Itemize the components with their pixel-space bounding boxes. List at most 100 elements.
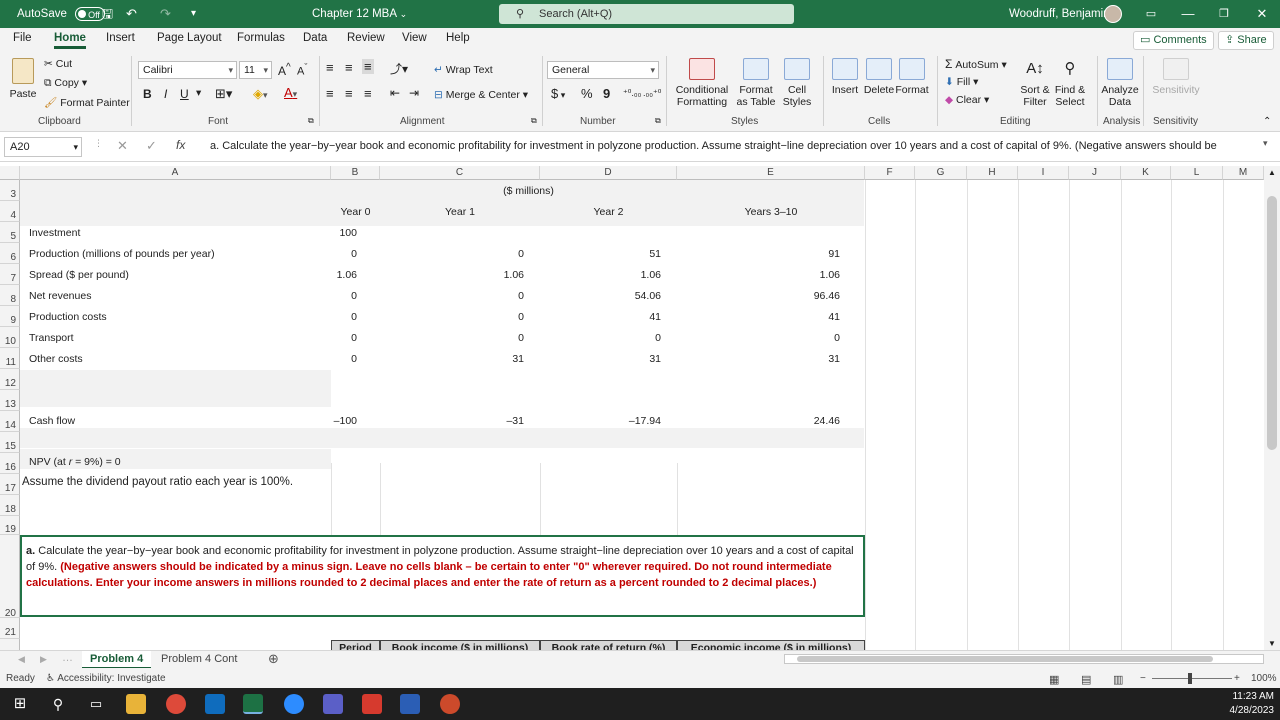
row-header[interactable]: 8 [0,285,20,306]
tab-scroll-right-icon[interactable]: ▶ [40,654,47,665]
column-header-h[interactable]: H [967,166,1018,180]
wrap-text-button[interactable]: ↵ Wrap Text [434,64,493,76]
windows-start-icon[interactable]: ⊞ [10,694,30,714]
name-box[interactable]: A20 ▾ [4,137,82,157]
format-as-table-button[interactable]: Format as Table [734,58,778,108]
sort-filter-button[interactable]: A↕ Sort & Filter [1016,58,1054,108]
cancel-entry-icon[interactable]: ✕ [117,138,128,154]
number-launcher-icon[interactable]: ⧉ [655,116,661,126]
row-header[interactable]: 10 [0,327,20,348]
align-right-icon[interactable]: ≡ [364,86,372,101]
align-top-icon[interactable]: ≡ [326,60,334,75]
sheet-tab-problem-4[interactable]: Problem 4 [82,651,152,669]
autosum-button[interactable]: Σ AutoSum ▾ [945,57,1007,71]
font-launcher-icon[interactable]: ⧉ [308,116,314,126]
align-left-icon[interactable]: ≡ [326,86,334,101]
add-sheet-icon[interactable]: ⊕ [268,651,279,667]
fill-button[interactable]: ⬇ Fill ▾ [945,76,978,88]
tab-scroll-left-icon[interactable]: ◀ [18,654,25,665]
insert-function-icon[interactable]: fx [176,138,185,152]
format-painter-button[interactable]: 🖌 Format Painter [44,96,130,109]
zoom-slider[interactable] [1152,678,1232,679]
column-header-d[interactable]: D [540,166,677,180]
task-view-icon[interactable]: ▭ [86,694,106,714]
vertical-scroll-thumb[interactable] [1267,196,1277,450]
cell-styles-button[interactable]: Cell Styles [778,58,816,108]
question-cell[interactable]: a. Calculate the year−by−year book and e… [20,535,865,617]
row-header[interactable]: 7 [0,264,20,285]
zoom-level[interactable]: 100% [1251,673,1277,684]
column-header-c[interactable]: C [380,166,540,180]
system-clock[interactable]: 11:23 AM 4/28/2023 [1230,690,1275,718]
row-header[interactable]: 18 [0,495,20,516]
decrease-font-icon[interactable]: Aˇ [297,62,307,78]
row-header[interactable] [0,639,20,650]
horizontal-scroll-thumb[interactable] [797,656,1213,662]
scroll-up-icon[interactable]: ▲ [1268,168,1276,177]
tab-formulas[interactable]: Formulas [237,32,285,44]
user-name[interactable]: Woodruff, Benjamin [1009,0,1110,28]
row-header[interactable]: 15 [0,432,20,453]
more-sheets-icon[interactable]: … [62,652,73,664]
autosave-toggle[interactable]: Off [75,6,106,21]
select-all-corner[interactable] [0,166,20,180]
borders-icon[interactable]: ⊞▾ [215,86,232,102]
align-bottom-icon[interactable]: ≡ [362,59,374,74]
excel-icon[interactable] [243,694,263,714]
decrease-decimal-icon[interactable]: .₀₀⁺⁰ [643,88,661,99]
find-select-button[interactable]: ⚲ Find & Select [1050,58,1090,108]
row-header[interactable]: 17 [0,474,20,495]
cut-button[interactable]: ✂ Cut [44,58,72,70]
fill-color-icon[interactable]: ◈▾ [253,86,268,102]
redo-icon[interactable]: ↷ [160,0,171,28]
tab-view[interactable]: View [402,32,427,44]
row-header[interactable]: 4 [0,201,20,222]
formula-input[interactable]: a. Calculate the year−by−year book and e… [210,140,1260,152]
paste-button[interactable]: Paste [6,58,40,100]
bold-button[interactable]: B [143,87,152,101]
chrome-icon[interactable] [166,694,186,714]
font-name-dropdown[interactable]: Calibri [138,61,237,79]
file-explorer-icon[interactable] [126,694,146,714]
close-icon[interactable]: ✕ [1244,0,1280,28]
copy-button[interactable]: ⧉ Copy ▾ [44,77,87,90]
acrobat-icon[interactable] [362,694,382,714]
align-middle-icon[interactable]: ≡ [345,60,353,75]
row-header[interactable]: 6 [0,243,20,264]
row-header[interactable]: 5 [0,222,20,243]
customize-toolbar-icon[interactable]: ▾ [191,0,196,28]
expand-formula-icon[interactable]: ▾ [1263,138,1268,149]
italic-button[interactable]: I [164,87,167,101]
decrease-indent-icon[interactable]: ⇤ [390,86,400,100]
tab-insert[interactable]: Insert [106,32,135,44]
row-header[interactable]: 19 [0,516,20,535]
confirm-entry-icon[interactable]: ✓ [146,138,157,154]
analyze-data-button[interactable]: Analyze Data [1101,58,1139,108]
accessibility-status[interactable]: ♿ Accessibility: Investigate [46,673,166,684]
scroll-down-icon[interactable]: ▼ [1268,639,1276,648]
alignment-launcher-icon[interactable]: ⧉ [531,116,537,126]
avatar[interactable] [1104,5,1122,23]
search-icon[interactable]: ⚲ [48,694,68,714]
align-center-icon[interactable]: ≡ [345,86,353,101]
column-header-a[interactable]: A [20,166,331,180]
save-icon[interactable]: 🖫 [102,0,113,28]
tab-help[interactable]: Help [446,32,470,44]
sheet-tab-problem-4-cont[interactable]: Problem 4 Cont [153,651,245,669]
column-header-e[interactable]: E [677,166,865,180]
zoom-out-icon[interactable]: − [1140,673,1146,684]
horizontal-scrollbar[interactable] [784,654,1264,664]
row-header[interactable]: 16 [0,453,20,474]
tab-review[interactable]: Review [347,32,385,44]
page-layout-view-icon[interactable]: ▤ [1081,673,1091,686]
zoom-in-icon[interactable]: + [1234,673,1240,684]
tab-file[interactable]: File [13,32,32,44]
row-header[interactable]: 3 [0,180,20,201]
increase-indent-icon[interactable]: ⇥ [409,86,419,100]
outlook-icon[interactable] [205,694,225,714]
search-box[interactable]: ⚲ Search (Alt+Q) [499,4,794,24]
row-header[interactable]: 13 [0,390,20,411]
powerpoint-icon[interactable] [440,694,460,714]
tab-page-layout[interactable]: Page Layout [157,32,222,44]
minimize-icon[interactable]: — [1170,0,1206,28]
